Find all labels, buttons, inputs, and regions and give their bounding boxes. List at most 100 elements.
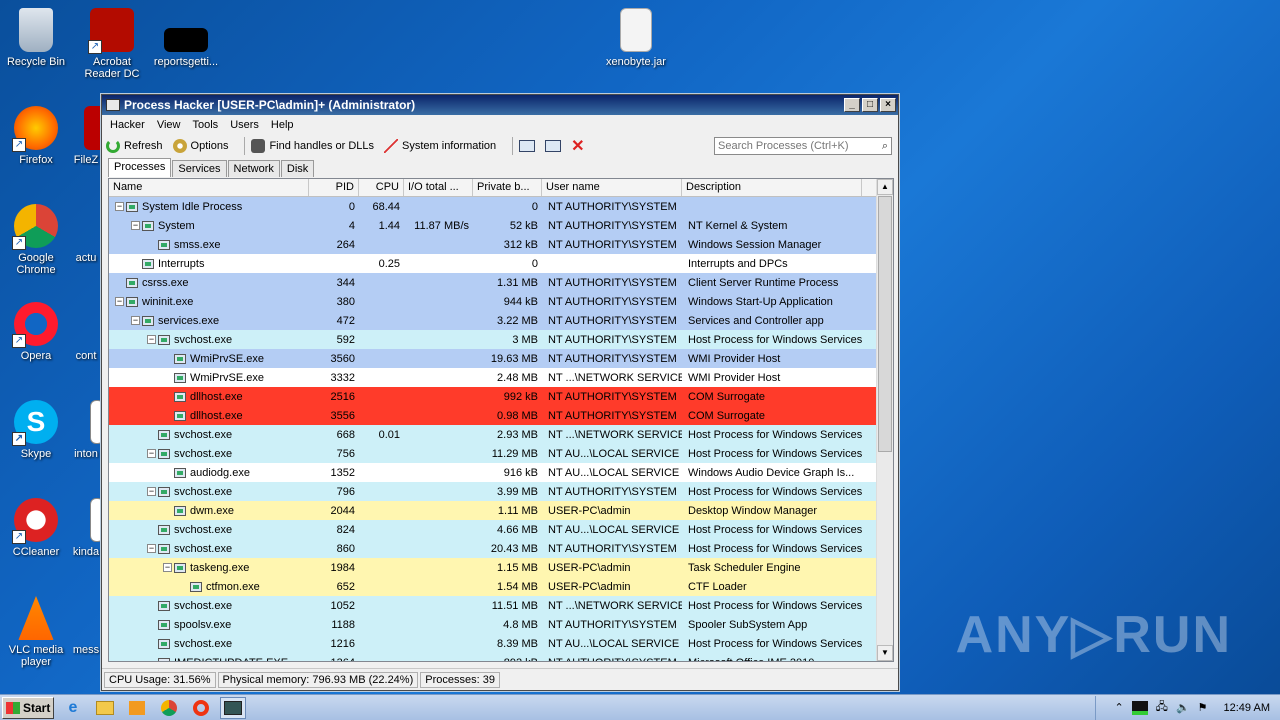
column-header-io-total[interactable]: I/O total ... — [404, 179, 473, 196]
close-button[interactable]: × — [880, 98, 896, 112]
column-header-private-bytes[interactable]: Private b... — [473, 179, 542, 196]
process-row[interactable]: svchost.exe 824 4.66 MB NT AU...\LOCAL SERV… — [109, 520, 878, 539]
process-row[interactable]: − svchost.exe 592 3 MB NT AUTHORITY\SYSTEM Ho… — [109, 330, 878, 349]
column-header-pid[interactable]: PID — [309, 179, 359, 196]
menu-view[interactable]: View — [153, 119, 189, 131]
process-row[interactable]: ctfmon.exe 652 1.54 MB USER-PC\admin CTF Loa… — [109, 577, 878, 596]
chrome-taskbar-icon[interactable] — [156, 697, 182, 719]
process-row[interactable]: − System Idle Process 0 68.44 0 NT AUTHORITY\… — [109, 197, 878, 216]
menu-help[interactable]: Help — [267, 119, 302, 131]
media-player-icon[interactable] — [124, 697, 150, 719]
skype-icon[interactable]: S ↗ Skype — [0, 400, 72, 460]
scroll-up-button[interactable]: ▲ — [877, 179, 893, 195]
show-hidden-icons-icon[interactable]: ⌃ — [1114, 701, 1123, 714]
vlc-icon[interactable]: VLC media player — [0, 596, 72, 668]
scroll-down-button[interactable]: ▼ — [877, 645, 893, 661]
title-bar[interactable]: Process Hacker [USER-PC\admin]+ (Adminis… — [102, 95, 898, 115]
process-hacker-window[interactable]: Process Hacker [USER-PC\admin]+ (Adminis… — [101, 94, 899, 691]
word-document-icon[interactable]: inton — [66, 400, 106, 460]
expand-collapse-icon[interactable]: − — [147, 544, 156, 553]
process-row[interactable]: dllhost.exe 3556 0.98 MB NT AUTHORITY\SYSTE… — [109, 406, 878, 425]
process-row[interactable]: dwm.exe 2044 1.11 MB USER-PC\admin Desktop W… — [109, 501, 878, 520]
process-row[interactable]: − svchost.exe 796 3.99 MB NT AUTHORITY\SYSTE… — [109, 482, 878, 501]
file-explorer-icon[interactable] — [92, 697, 118, 719]
expand-collapse-icon[interactable]: − — [163, 563, 172, 572]
process-row[interactable]: − svchost.exe 756 11.29 MB NT AU...\LOCAL SE… — [109, 444, 878, 463]
menu-users[interactable]: Users — [226, 119, 267, 131]
process-row[interactable]: IMEDICTUPDATE.EXE 1364 892 kBNT AUTHORITY\… — [109, 653, 878, 661]
menu-tools[interactable]: Tools — [189, 119, 227, 131]
process-row[interactable]: svchost.exe 668 0.01 2.93 MB NT ...\NETWORK … — [109, 425, 878, 444]
minimize-button[interactable]: _ — [844, 98, 860, 112]
action-center-flag-icon[interactable]: ⚑ — [1198, 701, 1208, 714]
search-icon[interactable]: ⌕ — [882, 140, 888, 153]
process-hacker-tray-icon[interactable] — [1131, 700, 1148, 715]
clock[interactable]: 12:49 AM — [1224, 702, 1270, 714]
tab-services[interactable]: Services — [172, 160, 227, 177]
system-information-button[interactable]: System information — [384, 139, 496, 153]
process-row[interactable]: csrss.exe 344 1.31 MB NT AUTHORITY\SYSTEM Cl… — [109, 273, 878, 292]
java-file-icon[interactable]: xenobyte.jar — [600, 8, 672, 68]
process-row[interactable]: audiodg.exe 1352 916 kB NT AU...\LOCAL SERV… — [109, 463, 878, 482]
column-header-name[interactable]: Name — [109, 179, 309, 196]
firefox-icon[interactable]: ↗ Firefox — [0, 106, 72, 166]
tab-processes[interactable]: Processes — [108, 158, 172, 177]
scroll-thumb[interactable] — [878, 196, 892, 452]
column-header-cpu[interactable]: CPU — [359, 179, 404, 196]
process-row[interactable]: − wininit.exe 380 944 kB NT AUTHORITY\SYSTEM… — [109, 292, 878, 311]
volume-icon[interactable]: 🔈 — [1176, 701, 1190, 714]
tab-network[interactable]: Network — [227, 160, 280, 177]
search-processes-input[interactable]: Search Processes (Ctrl+K) ⌕ — [714, 137, 892, 155]
process-row[interactable]: Interrupts 0.25 0 Interrupts and DPCs — [109, 254, 878, 273]
expand-collapse-icon[interactable]: − — [115, 297, 124, 306]
vertical-scrollbar[interactable]: ▲ ▼ — [876, 179, 893, 661]
desktop-icon-label: Recycle Bin — [6, 56, 66, 68]
process-row[interactable]: smss.exe 264 312 kB NT AUTHORITY\SYSTEM Wind… — [109, 235, 878, 254]
internet-explorer-icon[interactable]: e — [60, 697, 86, 719]
recycle-bin-icon[interactable]: Recycle Bin — [0, 8, 72, 68]
process-name: csrss.exe — [142, 276, 189, 289]
opera-icon[interactable]: ↗ Opera — [0, 302, 72, 362]
file-icon[interactable]: reportsgetti... — [150, 8, 222, 68]
process-row[interactable]: svchost.exe 1216 8.39 MB NT AU...\LOCAL SER… — [109, 634, 878, 653]
expand-collapse-icon[interactable]: − — [147, 487, 156, 496]
ccleaner-icon[interactable]: ↗ CCleaner — [0, 498, 72, 558]
tab-disk[interactable]: Disk — [280, 160, 315, 177]
find-handles-button[interactable]: Find handles or DLLs — [251, 139, 374, 153]
column-header-description[interactable]: Description — [682, 179, 862, 196]
filezilla-icon[interactable]: FileZ — [66, 106, 106, 166]
expand-collapse-icon[interactable]: − — [131, 221, 140, 230]
process-row[interactable]: − services.exe 472 3.22 MB NT AUTHORITY\SYST… — [109, 311, 878, 330]
network-icon[interactable]: 🖧 — [1156, 698, 1168, 717]
go-to-icon[interactable] — [545, 140, 562, 152]
process-row[interactable]: − System 4 1.44 11.87 MB/s 52 kB NT AUTHORITY\… — [109, 216, 878, 235]
desktop-file-icon[interactable]: actu — [66, 204, 106, 264]
process-row[interactable]: − svchost.exe 860 20.43 MB NT AUTHORITY\SYST… — [109, 539, 878, 558]
desktop-file-icon[interactable]: mess — [66, 596, 106, 656]
process-hacker-taskbar-button[interactable] — [220, 696, 246, 719]
expand-collapse-icon[interactable]: − — [147, 335, 156, 344]
expand-collapse-icon[interactable]: − — [131, 316, 140, 325]
expand-collapse-icon[interactable]: − — [115, 202, 124, 211]
process-row[interactable]: dllhost.exe 2516 992 kB NT AUTHORITY\SYSTEM… — [109, 387, 878, 406]
desktop-file-icon[interactable]: cont — [66, 302, 106, 362]
menu-hacker[interactable]: Hacker — [106, 119, 153, 131]
process-row[interactable]: spoolsv.exe 1188 4.8 MB NT AUTHORITY\SYSTEM… — [109, 615, 878, 634]
window-icon[interactable] — [519, 140, 536, 152]
maximize-button[interactable]: □ — [862, 98, 878, 112]
process-row[interactable]: WmiPrvSE.exe 3332 2.48 MB NT ...\NETWORK SE… — [109, 368, 878, 387]
start-button[interactable]: Start — [2, 696, 54, 719]
expand-collapse-icon[interactable]: − — [147, 449, 156, 458]
refresh-button[interactable]: Refresh — [106, 139, 163, 153]
process-row[interactable]: svchost.exe 1052 11.51 MB NT ...\NETWORK SE… — [109, 596, 878, 615]
process-tree[interactable]: Name PID CPU I/O total ... Private b... … — [108, 178, 894, 662]
chrome-icon[interactable]: ↗ Google Chrome — [0, 204, 72, 276]
word-document-icon[interactable]: kinda — [66, 498, 106, 558]
acrobat-reader-icon[interactable]: ↗ Acrobat Reader DC — [76, 8, 148, 80]
options-button[interactable]: Options — [172, 139, 228, 153]
terminate-icon[interactable]: ✕ — [571, 136, 584, 156]
column-header-user-name[interactable]: User name — [542, 179, 682, 196]
opera-taskbar-icon[interactable] — [188, 697, 214, 719]
process-row[interactable]: WmiPrvSE.exe 3560 19.63 MB NT AUTHORITY\SYS… — [109, 349, 878, 368]
process-row[interactable]: − taskeng.exe 1984 1.15 MB USER-PC\admin Task… — [109, 558, 878, 577]
